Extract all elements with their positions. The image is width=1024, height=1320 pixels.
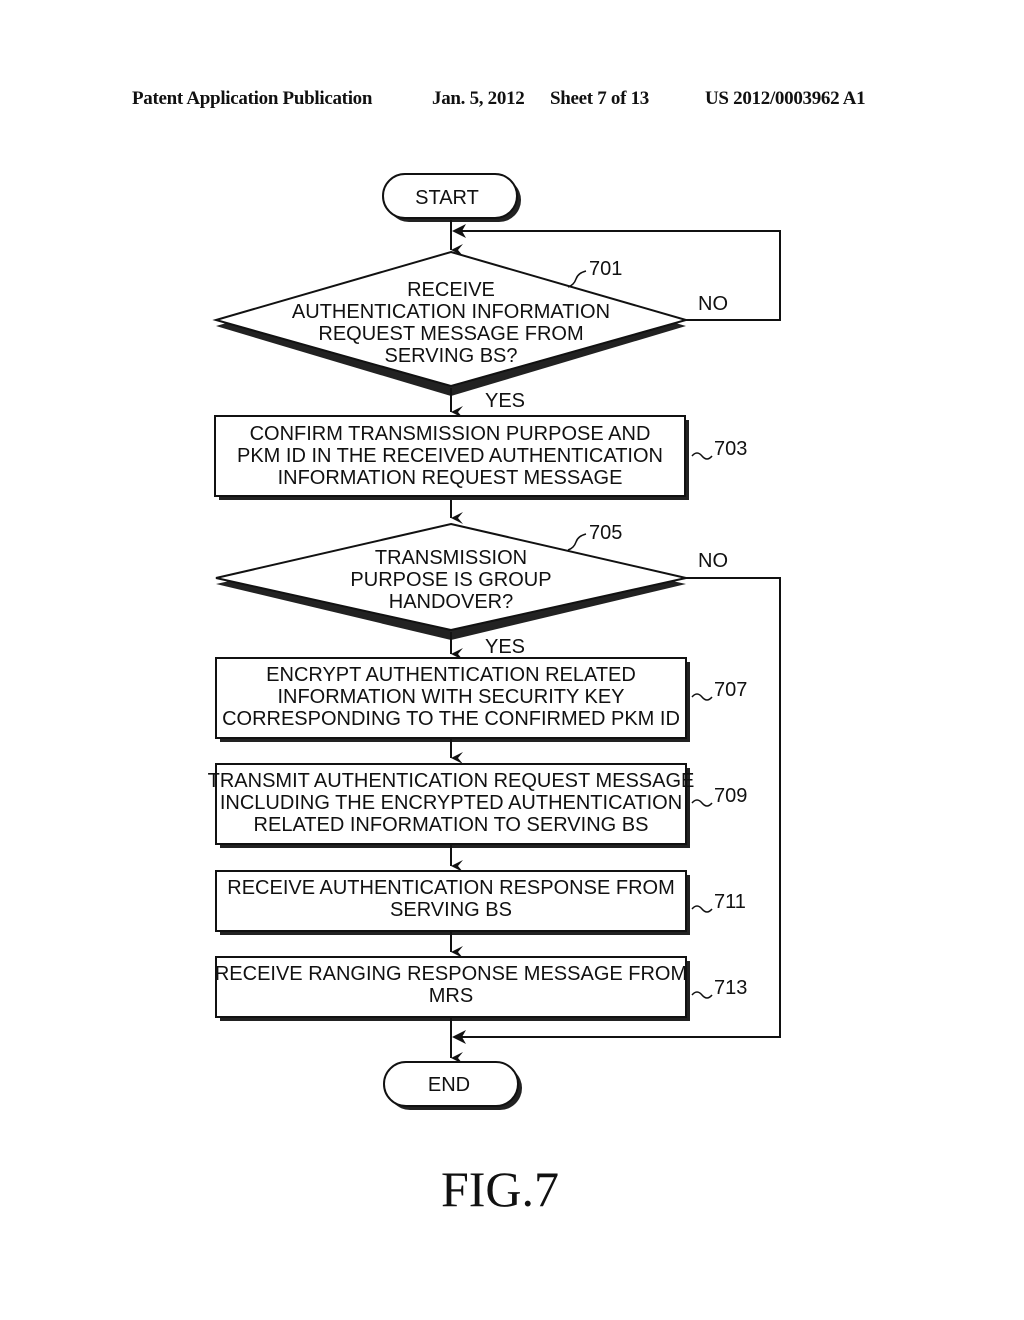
figure-label: FIG.7	[440, 1161, 560, 1217]
ref-leader-713	[691, 991, 713, 999]
end-terminal: END	[383, 1061, 522, 1110]
decision-705-line-3: HANDOVER?	[389, 591, 513, 613]
no-label-701: NO	[698, 293, 728, 315]
process-711-line-1: RECEIVE AUTHENTICATION RESPONSE FROM	[227, 877, 674, 899]
ref-leader-711	[691, 905, 713, 913]
ref-leader-709	[691, 799, 713, 807]
process-707-line-1: ENCRYPT AUTHENTICATION RELATED	[266, 664, 636, 686]
process-703-line-1: CONFIRM TRANSMISSION PURPOSE AND	[250, 423, 651, 445]
decision-701-line-4: SERVING BS?	[384, 345, 517, 367]
process-703: CONFIRM TRANSMISSION PURPOSE AND PKM ID …	[214, 415, 689, 500]
ref-leader-707	[691, 693, 713, 701]
ref-709: 709	[714, 785, 747, 807]
process-707-line-2: INFORMATION WITH SECURITY KEY	[277, 686, 624, 708]
process-711-line-2: SERVING BS	[390, 899, 512, 921]
process-711: RECEIVE AUTHENTICATION RESPONSE FROM SER…	[215, 870, 690, 935]
process-709-line-2: INCLUDING THE ENCRYPTED AUTHENTICATION	[220, 792, 682, 814]
process-707-line-3: CORRESPONDING TO THE CONFIRMED PKM ID	[222, 708, 680, 730]
no-label-705: NO	[698, 550, 728, 572]
flowchart: START RECEIVE AUTHENTICATION INFORMATION…	[208, 173, 781, 1110]
ref-leader-703	[691, 452, 713, 460]
process-709: TRANSMIT AUTHENTICATION REQUEST MESSAGE …	[208, 763, 695, 848]
process-713-line-2: MRS	[429, 985, 473, 1007]
ref-713: 713	[714, 977, 747, 999]
ref-leader-705	[567, 533, 587, 551]
end-label: END	[428, 1074, 470, 1096]
decision-701-line-3: REQUEST MESSAGE FROM	[318, 323, 583, 345]
ref-711: 711	[714, 891, 746, 913]
start-terminal: START	[382, 173, 521, 222]
ref-701: 701	[589, 258, 622, 280]
ref-705: 705	[589, 522, 622, 544]
yes-label-705: YES	[485, 636, 525, 658]
process-709-line-3: RELATED INFORMATION TO SERVING BS	[254, 814, 649, 836]
process-713: RECEIVE RANGING RESPONSE MESSAGE FROM MR…	[215, 956, 690, 1021]
decision-701-line-2: AUTHENTICATION INFORMATION	[292, 301, 610, 323]
ref-707: 707	[714, 679, 747, 701]
ref-leader-701	[567, 270, 587, 288]
process-713-line-1: RECEIVE RANGING RESPONSE MESSAGE FROM	[215, 963, 687, 985]
yes-label-701: YES	[485, 390, 525, 412]
process-703-line-3: INFORMATION REQUEST MESSAGE	[278, 467, 623, 489]
decision-705-line-1: TRANSMISSION	[375, 547, 527, 569]
process-709-line-1: TRANSMIT AUTHENTICATION REQUEST MESSAGE	[208, 770, 695, 792]
decision-701-line-1: RECEIVE	[407, 279, 495, 301]
process-707: ENCRYPT AUTHENTICATION RELATED INFORMATI…	[215, 657, 690, 742]
ref-703: 703	[714, 438, 747, 460]
decision-705-line-2: PURPOSE IS GROUP	[350, 569, 551, 591]
start-label: START	[415, 187, 479, 209]
process-703-line-2: PKM ID IN THE RECEIVED AUTHENTICATION	[237, 445, 663, 467]
